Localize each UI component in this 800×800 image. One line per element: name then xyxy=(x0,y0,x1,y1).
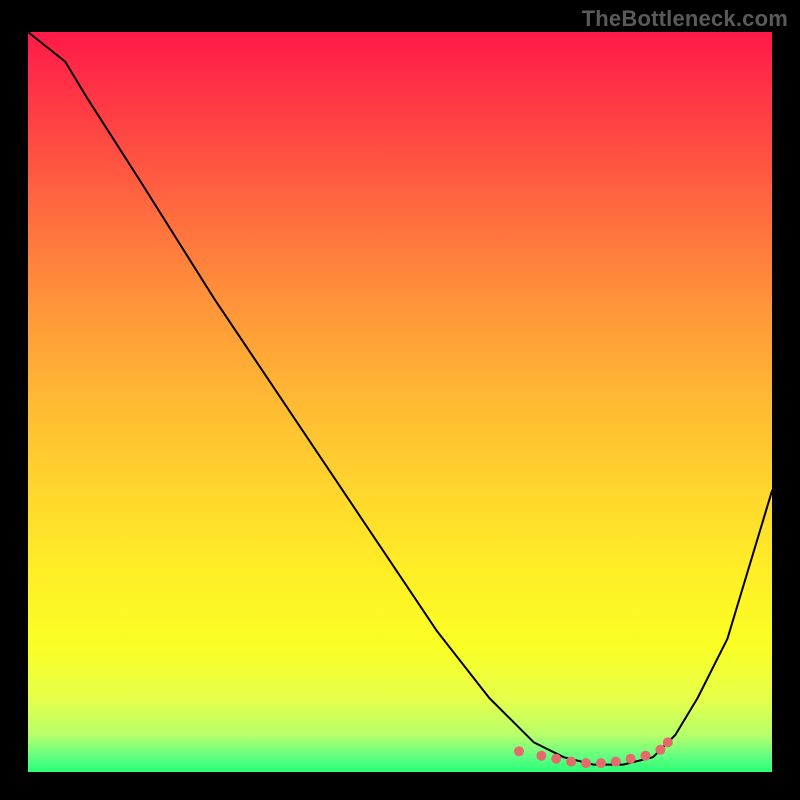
trough-dot xyxy=(663,737,673,747)
trough-dot xyxy=(551,754,561,764)
trough-dot xyxy=(566,757,576,767)
chart-container: TheBottleneck.com xyxy=(0,0,800,800)
trough-dot xyxy=(581,758,591,768)
bottleneck-curve-line xyxy=(28,32,772,765)
trough-dot xyxy=(626,754,636,764)
trough-dot xyxy=(514,746,524,756)
optimal-range-dots xyxy=(514,737,673,768)
plot-area xyxy=(28,32,772,772)
trough-dot xyxy=(596,758,606,768)
trough-dot xyxy=(655,745,665,755)
trough-dot xyxy=(611,757,621,767)
trough-dot xyxy=(536,751,546,761)
watermark-text: TheBottleneck.com xyxy=(582,6,788,32)
trough-dot xyxy=(641,751,651,761)
curve-svg xyxy=(28,32,772,772)
